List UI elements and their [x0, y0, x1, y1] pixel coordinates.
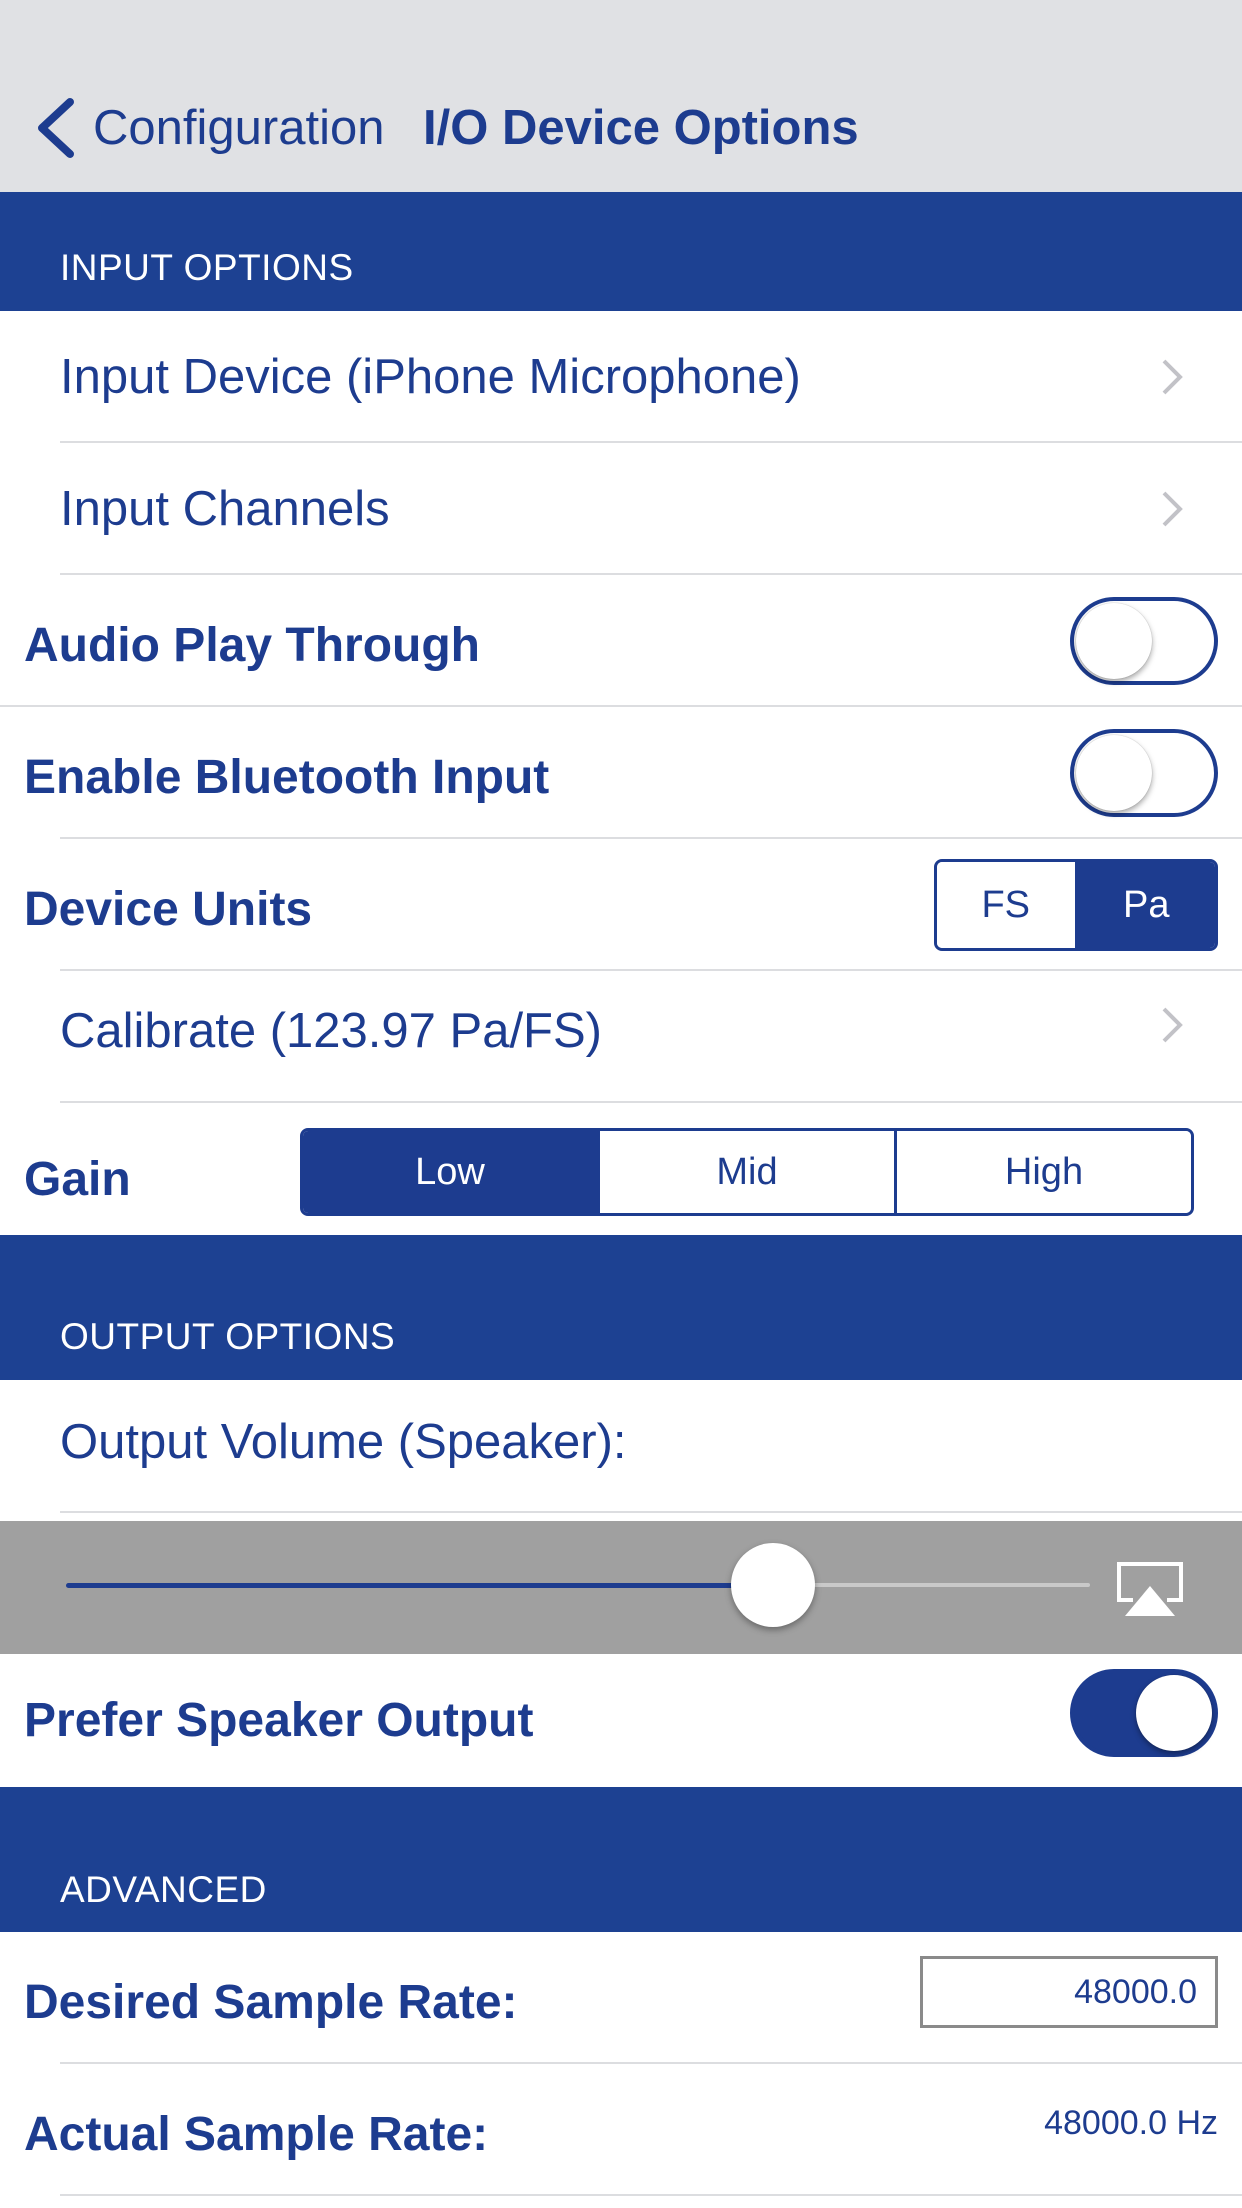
- page-title: I/O Device Options: [423, 101, 859, 155]
- toggle-knob: [1136, 1674, 1212, 1751]
- toggle-knob: [1076, 603, 1152, 679]
- prefer-speaker-toggle[interactable]: [1070, 1668, 1218, 1757]
- input-channels-row[interactable]: Input Channels: [0, 443, 1242, 575]
- output-volume-label: Output Volume (Speaker):: [60, 1414, 627, 1469]
- actual-sample-rate-value: 48000.0 Hz: [1044, 2104, 1218, 2142]
- chevron-right-icon: [1162, 1007, 1183, 1043]
- desired-sample-rate-row: Desired Sample Rate:: [0, 1932, 1242, 2064]
- actual-sample-rate-row: Actual Sample Rate: 48000.0 Hz: [0, 2064, 1242, 2196]
- device-units-segmented-control[interactable]: FS Pa: [934, 859, 1218, 951]
- prefer-speaker-row: Prefer Speaker Output: [0, 1654, 1242, 1787]
- input-channels-label: Input Channels: [60, 482, 390, 536]
- actual-sample-rate-label: Actual Sample Rate:: [24, 2107, 489, 2161]
- prefer-speaker-label: Prefer Speaker Output: [24, 1694, 534, 1747]
- device-units-row: Device Units FS Pa: [0, 839, 1242, 971]
- gain-option-low[interactable]: Low: [303, 1131, 597, 1213]
- input-device-row[interactable]: Input Device (iPhone Microphone): [0, 311, 1242, 443]
- units-option-fs[interactable]: FS: [937, 862, 1075, 948]
- section-header-advanced: ADVANCED: [0, 1787, 1242, 1932]
- audio-play-through-toggle[interactable]: [1070, 597, 1218, 685]
- audio-play-through-label: Audio Play Through: [24, 618, 480, 672]
- back-button[interactable]: Configuration: [93, 96, 384, 160]
- units-option-pa[interactable]: Pa: [1074, 862, 1215, 948]
- chevron-right-icon: [1162, 491, 1183, 527]
- calibrate-row[interactable]: Calibrate (123.97 Pa/FS): [0, 971, 1242, 1103]
- bluetooth-input-row: Enable Bluetooth Input: [0, 707, 1242, 839]
- gain-label: Gain: [24, 1152, 131, 1206]
- section-label: INPUT OPTIONS: [60, 247, 354, 288]
- gain-option-high[interactable]: High: [894, 1131, 1191, 1213]
- chevron-left-icon[interactable]: [34, 96, 78, 160]
- input-device-label: Input Device (iPhone Microphone): [60, 350, 801, 404]
- output-volume-row: Output Volume (Speaker):: [0, 1380, 1242, 1513]
- row-separator: [60, 2194, 1242, 2196]
- gain-segmented-control[interactable]: Low Mid High: [300, 1128, 1194, 1216]
- section-header-output-options: OUTPUT OPTIONS: [0, 1235, 1242, 1380]
- section-label: OUTPUT OPTIONS: [60, 1316, 396, 1357]
- volume-track-remaining[interactable]: [772, 1583, 1090, 1587]
- chevron-right-icon: [1162, 359, 1183, 395]
- device-units-label: Device Units: [24, 882, 313, 936]
- gain-row: Gain Low Mid High: [0, 1103, 1242, 1235]
- bluetooth-input-toggle[interactable]: [1070, 729, 1218, 817]
- volume-track-filled[interactable]: [66, 1583, 773, 1588]
- desired-sample-rate-input[interactable]: [920, 1956, 1218, 2028]
- row-separator: [60, 1511, 1242, 1513]
- section-header-input-options: INPUT OPTIONS: [0, 192, 1242, 311]
- airplay-icon[interactable]: [1115, 1560, 1185, 1624]
- audio-play-through-row: Audio Play Through: [0, 575, 1242, 707]
- volume-slider-thumb[interactable]: [730, 1543, 815, 1627]
- desired-sample-rate-label: Desired Sample Rate:: [24, 1975, 518, 2029]
- toggle-knob: [1076, 735, 1152, 811]
- calibrate-label: Calibrate (123.97 Pa/FS): [60, 1004, 602, 1058]
- bluetooth-input-label: Enable Bluetooth Input: [24, 750, 550, 804]
- section-label: ADVANCED: [60, 1869, 267, 1910]
- gain-option-mid[interactable]: Mid: [597, 1131, 894, 1213]
